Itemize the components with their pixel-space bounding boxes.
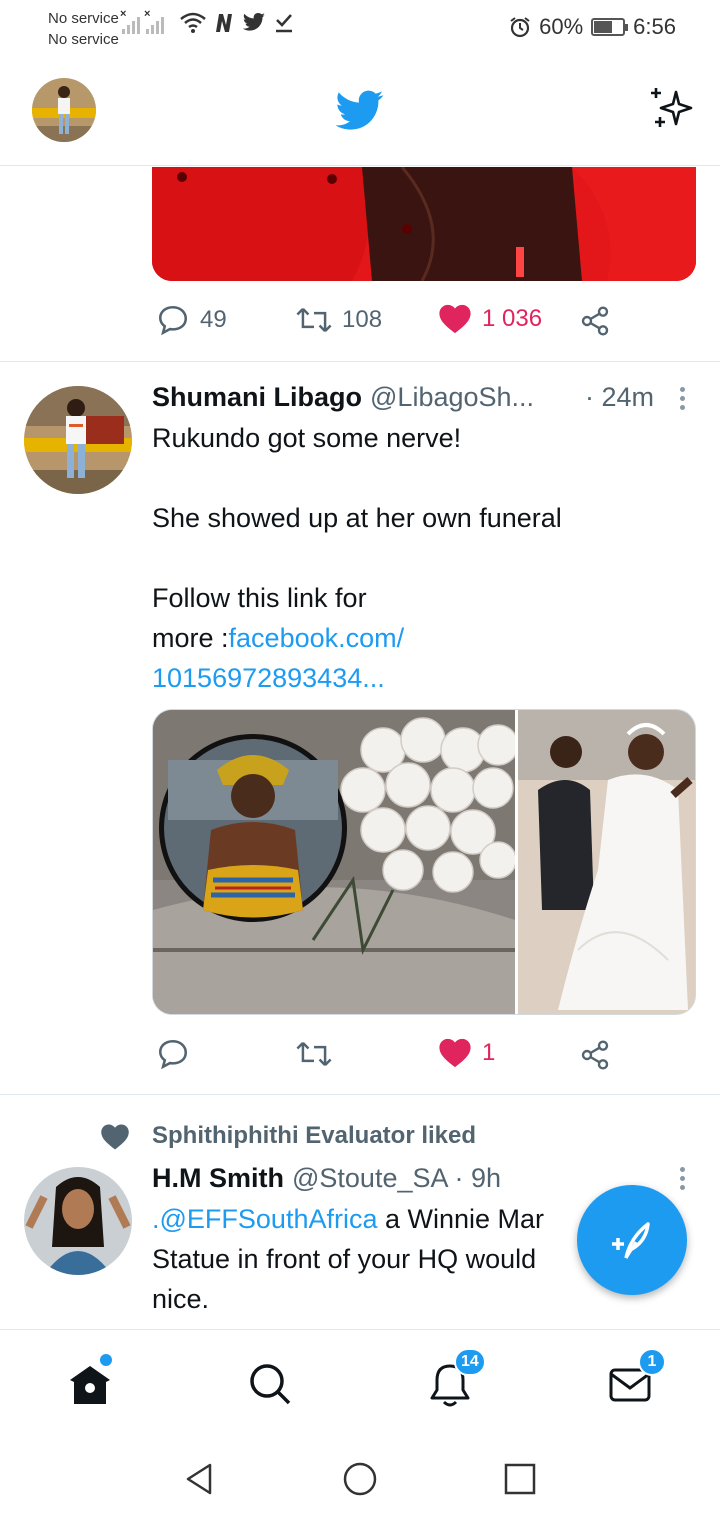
like-button[interactable]: 1 — [438, 1037, 495, 1069]
home-icon — [70, 1366, 110, 1404]
author-handle[interactable]: @LibagoSh... — [370, 380, 534, 414]
tweet-media-grid[interactable] — [152, 709, 696, 1015]
media-image-funeral[interactable] — [153, 710, 519, 1014]
search-icon — [250, 1364, 291, 1405]
liked-by-label[interactable]: Sphithiphithi Evaluator liked — [152, 1122, 476, 1150]
profile-avatar[interactable] — [32, 78, 96, 142]
system-navigation-bar — [0, 1439, 720, 1520]
wifi-icon — [180, 12, 206, 33]
like-button[interactable]: 1 036 — [438, 303, 542, 335]
top-header — [0, 58, 720, 166]
retweet-count: 108 — [342, 306, 383, 333]
clock: 6:56 — [633, 14, 676, 39]
battery-icon — [591, 18, 629, 36]
signal-2-icon: × — [144, 8, 164, 34]
compose-feather-icon — [612, 1222, 650, 1259]
like-count: 1 — [482, 1039, 496, 1066]
bottom-navigation: 14 1 — [0, 1329, 720, 1439]
tweet-text: Rukundo got some nerve! She showed up at… — [152, 418, 682, 698]
reply-button[interactable] — [156, 1037, 200, 1071]
author-handle[interactable]: @Stoute_SA — [292, 1161, 449, 1195]
divider — [0, 361, 720, 362]
tweet-time: · 24m — [584, 382, 654, 412]
battery-percent: 60% — [539, 14, 584, 39]
tweet-text-line: Follow this link for — [152, 583, 367, 613]
nav-search[interactable] — [246, 1360, 294, 1408]
retweet-button[interactable]: 108 — [296, 303, 382, 337]
mention-link[interactable]: .@EFFSouthAfrica — [152, 1204, 377, 1234]
more-options-icon[interactable] — [678, 387, 686, 410]
timeline-feed[interactable]: 49 108 1 036 Shumani Libago @LibagoSh...… — [0, 167, 720, 1329]
carrier-line-2: No service — [48, 31, 119, 48]
tweet-text-line: a Winnie Mar — [377, 1204, 545, 1234]
like-count: 1 036 — [482, 305, 543, 332]
reply-icon — [158, 1039, 188, 1070]
reply-icon — [158, 305, 188, 336]
status-right: 60% 6:56 — [509, 14, 676, 40]
back-icon[interactable] — [182, 1461, 218, 1497]
twitter-notification-icon — [242, 13, 265, 31]
tweet-author-avatar[interactable] — [24, 1167, 132, 1275]
media-image-wedding[interactable] — [515, 710, 695, 1014]
tweet-link[interactable]: facebook.com/ — [229, 623, 405, 653]
status-icons — [180, 12, 294, 34]
liked-heart-icon — [101, 1124, 129, 1150]
retweet-button[interactable] — [296, 1037, 342, 1071]
signal-1-icon: × — [120, 8, 140, 34]
nav-home[interactable] — [66, 1354, 114, 1408]
share-icon — [581, 306, 609, 336]
status-bar: No service No service × × 60% 6:56 — [0, 0, 720, 58]
alarm-icon — [510, 17, 530, 38]
netflix-n-icon — [216, 14, 232, 32]
retweet-icon — [296, 1042, 332, 1066]
tweet-media-image[interactable] — [152, 167, 696, 281]
tweet-text-line: Rukundo got some nerve! — [152, 423, 462, 453]
carrier-text: No service No service — [48, 8, 119, 50]
tweet-author-avatar[interactable] — [24, 386, 132, 494]
tweet-text-prefix: more : — [152, 623, 229, 653]
heart-filled-icon — [439, 304, 471, 334]
recents-icon[interactable] — [502, 1461, 538, 1497]
more-options-icon[interactable] — [678, 1167, 686, 1190]
sparkle-icon[interactable] — [648, 84, 696, 132]
signal-icons: × × — [120, 8, 164, 34]
compose-tweet-button[interactable] — [577, 1185, 687, 1295]
share-button[interactable] — [578, 305, 612, 337]
share-icon — [581, 1040, 609, 1070]
retweet-icon — [296, 308, 332, 332]
tweet-header: Shumani Libago @LibagoSh... · 24m — [152, 380, 692, 414]
tweet-time: · 9h — [454, 1163, 502, 1193]
twitter-bird-icon[interactable] — [336, 86, 384, 134]
heart-filled-icon — [439, 1038, 471, 1068]
home-circle-icon[interactable] — [342, 1461, 378, 1497]
carrier-line-1: No service — [48, 10, 119, 27]
nav-notifications[interactable]: 14 — [426, 1348, 486, 1408]
home-unread-dot — [100, 1354, 112, 1366]
nav-messages[interactable]: 1 — [606, 1348, 666, 1408]
messages-badge: 1 — [638, 1348, 666, 1376]
reply-count: 49 — [200, 306, 227, 333]
author-name[interactable]: H.M Smith — [152, 1161, 284, 1195]
download-done-icon — [276, 14, 292, 33]
share-button[interactable] — [578, 1039, 612, 1071]
notifications-badge: 14 — [454, 1348, 486, 1376]
author-name[interactable]: Shumani Libago — [152, 380, 362, 414]
tweet-text-line: She showed up at her own funeral — [152, 503, 562, 533]
tweet-link-continued[interactable]: 10156972893434... — [152, 658, 682, 698]
divider — [0, 1094, 720, 1095]
reply-button[interactable]: 49 — [156, 303, 227, 337]
